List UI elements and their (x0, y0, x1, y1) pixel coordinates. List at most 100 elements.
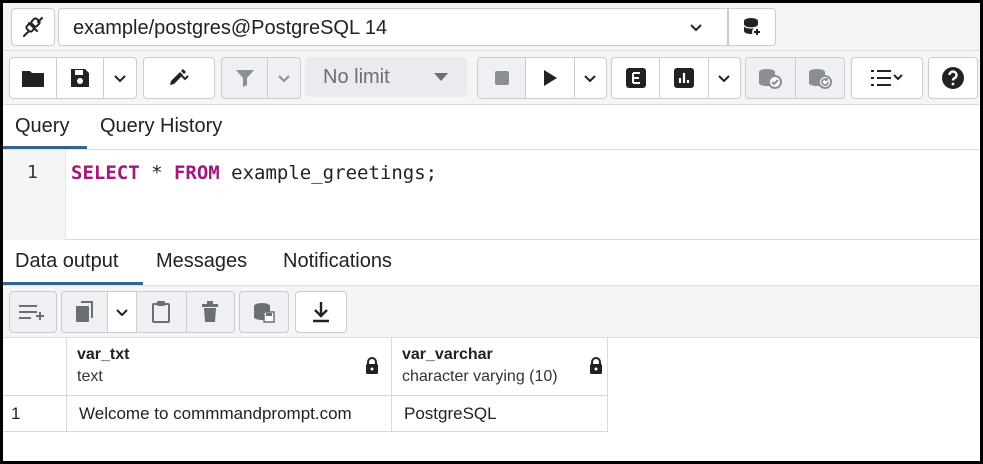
filter-options-dropdown[interactable] (268, 58, 300, 98)
column-type: character varying (10) (402, 368, 558, 385)
explain-group (611, 57, 741, 99)
stop-button[interactable] (478, 58, 527, 98)
copy-group (61, 291, 235, 333)
lock-icon (366, 357, 378, 374)
paste-button[interactable] (137, 292, 187, 332)
rollback-button[interactable] (796, 58, 845, 98)
tab-messages[interactable]: Messages (156, 250, 247, 273)
line-number: 1 (27, 162, 38, 183)
chevron-down-icon (690, 24, 702, 32)
caret-down-icon (434, 73, 448, 81)
edit-options-button[interactable] (144, 58, 214, 98)
add-row-icon (19, 305, 44, 320)
edit-group (143, 57, 215, 99)
download-button[interactable] (296, 292, 346, 332)
cell-value: Welcome to commmandprompt.com (79, 404, 352, 423)
copy-icon (75, 301, 93, 322)
filter-group (221, 57, 301, 99)
database-add-icon (743, 18, 762, 37)
connection-name: example/postgres@PostgreSQL 14 (73, 17, 388, 39)
chevron-down-icon (278, 75, 290, 83)
help-icon (942, 67, 964, 89)
save-data-group (239, 291, 289, 333)
query-tabs: Query Query History (3, 105, 980, 150)
row-limit-select[interactable]: No limit (305, 57, 467, 97)
database-save-icon (254, 303, 275, 323)
bar-chart-icon (673, 68, 694, 88)
sql-code-line[interactable]: SELECT * FROM example_greetings; (71, 162, 437, 184)
delete-button[interactable] (187, 292, 234, 332)
explain-options-dropdown[interactable] (709, 58, 741, 98)
tab-notifications[interactable]: Notifications (283, 250, 392, 273)
tab-query-history[interactable]: Query History (100, 115, 222, 138)
save-file-button[interactable] (57, 58, 104, 98)
save-options-dropdown[interactable] (104, 58, 136, 98)
active-tab-indicator (3, 146, 87, 149)
add-row-button[interactable] (10, 292, 56, 332)
download-icon (313, 302, 329, 323)
table-name: example_greetings; (219, 162, 438, 184)
table-cell[interactable]: PostgreSQL (392, 396, 608, 432)
plug-icon (23, 17, 43, 37)
chevron-down-icon (718, 75, 730, 83)
play-icon (543, 70, 557, 86)
trash-icon (202, 301, 219, 322)
sql-editor[interactable]: 1 SELECT * FROM example_greetings; (3, 150, 980, 240)
column-header[interactable]: var_varchar character varying (10) (392, 338, 608, 396)
download-group (295, 291, 347, 333)
execute-button[interactable] (526, 58, 575, 98)
list-icon (871, 70, 903, 86)
copy-options-dropdown[interactable] (108, 292, 137, 332)
filter-button[interactable] (222, 58, 269, 98)
table-cell[interactable]: Welcome to commmandprompt.com (67, 396, 392, 432)
active-tab-indicator (3, 282, 143, 285)
tab-query[interactable]: Query (15, 115, 69, 138)
save-data-changes-button[interactable] (240, 292, 288, 332)
floppy-disk-icon (71, 69, 89, 87)
transaction-group (745, 57, 845, 99)
chevron-down-icon (584, 75, 596, 83)
explain-icon (625, 68, 646, 88)
stop-icon (494, 71, 509, 85)
explain-button[interactable] (612, 58, 661, 98)
folder-icon (22, 71, 44, 87)
help-button[interactable] (929, 58, 977, 98)
pencil-icon (170, 69, 189, 85)
column-name: var_varchar (402, 346, 493, 363)
output-toolbar (3, 286, 980, 338)
main-toolbar: No limit (3, 51, 980, 105)
explain-analyze-button[interactable] (660, 58, 709, 98)
row-header-corner (3, 338, 67, 396)
line-number-gutter: 1 (3, 150, 66, 240)
macros-button[interactable] (852, 58, 922, 98)
select-star: * (139, 162, 174, 184)
column-header[interactable]: var_txt text (67, 338, 392, 396)
connection-select[interactable]: example/postgres@PostgreSQL 14 (58, 8, 728, 46)
execute-options-dropdown[interactable] (575, 58, 607, 98)
query-tool-window: example/postgres@PostgreSQL 14 No limit … (0, 0, 983, 464)
chevron-down-icon (116, 309, 128, 317)
column-name: var_txt (77, 346, 130, 363)
copy-button[interactable] (62, 292, 109, 332)
clipboard-icon (152, 301, 171, 323)
chevron-down-icon (114, 75, 126, 83)
open-file-button[interactable] (10, 58, 57, 98)
row-limit-value: No limit (323, 66, 390, 88)
column-type: text (77, 368, 103, 385)
row-number-cell[interactable]: 1 (3, 396, 67, 432)
execute-group (477, 57, 607, 99)
commit-button[interactable] (746, 58, 796, 98)
connection-status-button[interactable] (11, 8, 55, 46)
database-commit-icon (759, 69, 783, 89)
keyword-select: SELECT (71, 162, 140, 184)
lock-icon (590, 357, 602, 374)
tab-data-output[interactable]: Data output (15, 250, 118, 273)
connection-bar: example/postgres@PostgreSQL 14 (3, 3, 980, 51)
database-rollback-icon (808, 69, 832, 89)
results-grid: var_txt text var_varchar character varyi… (3, 338, 980, 461)
filter-icon (235, 70, 254, 87)
macros-group (851, 57, 923, 99)
new-connection-button[interactable] (728, 8, 776, 46)
file-group (9, 57, 137, 99)
output-tabs: Data output Messages Notifications (3, 240, 980, 286)
